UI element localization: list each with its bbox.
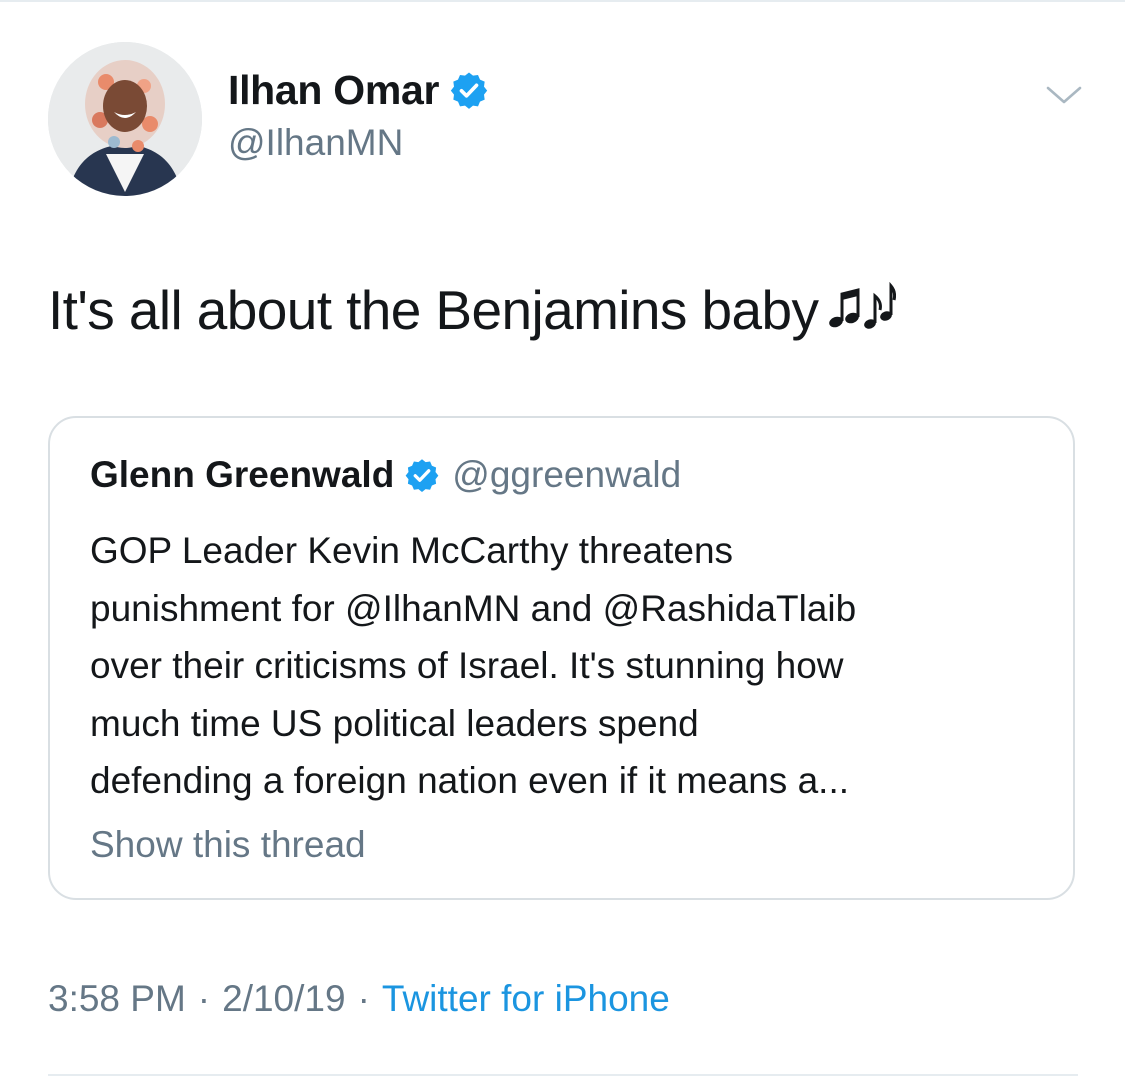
musical-notes-icon bbox=[826, 280, 897, 349]
chevron-down-icon[interactable] bbox=[1044, 80, 1084, 110]
bottom-divider bbox=[48, 1074, 1078, 1076]
meta-separator: · bbox=[357, 978, 370, 1019]
tweet-text: It's all about the Benjamins baby bbox=[48, 278, 897, 349]
quoted-tweet-card[interactable]: Glenn Greenwald @ggreenwald GOP Leader K… bbox=[48, 416, 1075, 900]
tweet-date[interactable]: 2/10/19 bbox=[222, 978, 345, 1019]
meta-separator: · bbox=[197, 978, 211, 1019]
quoted-author-name: Glenn Greenwald bbox=[90, 454, 395, 495]
author-name[interactable]: Ilhan Omar bbox=[228, 67, 439, 114]
quoted-tweet-header: Glenn Greenwald @ggreenwald bbox=[90, 450, 681, 500]
quoted-tweet-text: GOP Leader Kevin McCarthy threatens puni… bbox=[90, 522, 1050, 810]
top-divider bbox=[0, 0, 1125, 2]
avatar[interactable] bbox=[48, 42, 202, 196]
tweet-meta: 3:58 PM · 2/10/19 · Twitter for iPhone bbox=[48, 978, 670, 1020]
verified-badge-icon bbox=[404, 457, 440, 493]
quoted-text-line: defending a foreign nation even if it me… bbox=[90, 760, 850, 801]
verified-badge-icon bbox=[449, 70, 489, 110]
quoted-text-line: punishment for @IlhanMN and @RashidaTlai… bbox=[90, 587, 857, 629]
tweet-time[interactable]: 3:58 PM bbox=[48, 978, 186, 1019]
tweet-body: It's all about the Benjamins baby bbox=[48, 279, 819, 341]
author-name-row[interactable]: Ilhan Omar bbox=[228, 64, 489, 116]
quoted-text-line: GOP Leader Kevin McCarthy threatens bbox=[90, 530, 734, 571]
quoted-text-line: much time US political leaders spend bbox=[90, 702, 699, 744]
tweet-source-link[interactable]: Twitter for iPhone bbox=[382, 978, 670, 1019]
quoted-text-line: over their criticisms of Israel. It's st… bbox=[90, 645, 844, 686]
avatar-image bbox=[48, 42, 202, 196]
show-thread-link[interactable]: Show this thread bbox=[90, 824, 366, 866]
quoted-author-handle: @ggreenwald bbox=[452, 454, 682, 495]
author-handle[interactable]: @IlhanMN bbox=[228, 122, 403, 164]
